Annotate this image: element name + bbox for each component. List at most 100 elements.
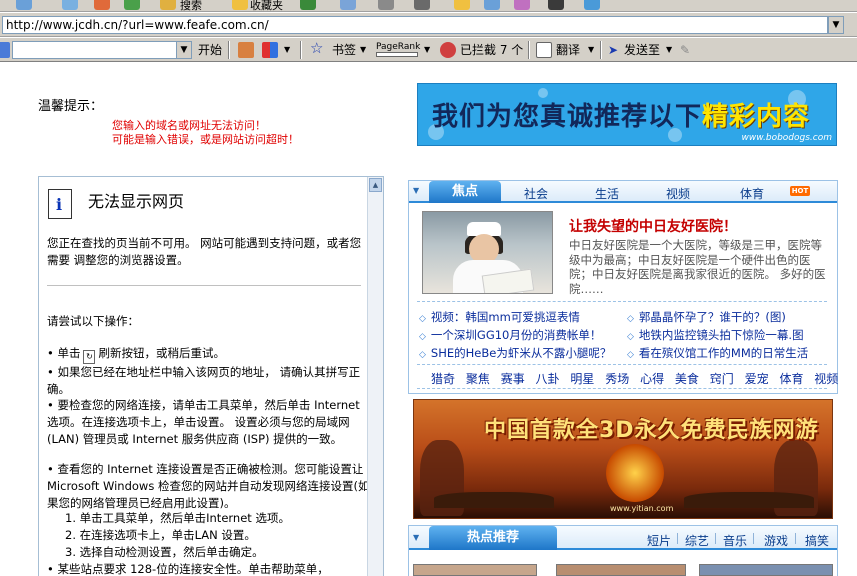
google-logo-icon[interactable]	[0, 42, 10, 58]
stop-icon[interactable]	[94, 0, 110, 10]
news-divider	[417, 364, 827, 365]
hot-tab-funny[interactable]: 搞笑	[805, 532, 829, 549]
send-to-dropdown-icon[interactable]: ▼	[666, 42, 672, 58]
news-link[interactable]: ◇ 地铁内监控镜头拍下惊险一幕.图	[627, 327, 804, 343]
error-divider	[47, 285, 361, 286]
category-link[interactable]: 赛事	[501, 372, 525, 386]
news-link[interactable]: ◇ 看在殡仪馆工作的MM的日常生活	[627, 345, 808, 361]
bookmarks-button[interactable]: 书签	[332, 42, 356, 58]
news-panel: ▼ 焦点 社会 生活 视频 体育 HOT 让我失望的中日友好医院！ 中日友好医院…	[408, 180, 838, 394]
tab-video[interactable]: 视频	[666, 185, 690, 202]
banner-headline: 我们为您真诚推荐以下精彩内容	[432, 96, 810, 133]
bullet-icon: ◇	[627, 350, 634, 360]
recommend-banner[interactable]: 我们为您真诚推荐以下精彩内容 www.bobodogs.com	[417, 83, 837, 146]
send-to-icon[interactable]: ➤	[608, 42, 618, 58]
send-to-button[interactable]: 发送至	[624, 42, 660, 58]
favorites-label[interactable]: 收藏夹	[250, 0, 283, 11]
banner-headline-main: 我们为您真诚推荐以下	[432, 102, 703, 132]
address-input[interactable]: http://www.jcdh.cn/?url=www.feafe.com.cn…	[2, 16, 828, 34]
tab-hot-recommend[interactable]: 热点推荐	[429, 526, 557, 550]
tab-life[interactable]: 生活	[595, 185, 619, 202]
hot-dropdown-icon[interactable]: ▼	[413, 533, 419, 542]
scroll-up-icon[interactable]: ▲	[369, 178, 382, 192]
popup-blocker-icon[interactable]	[440, 42, 456, 58]
media-icon[interactable]	[300, 0, 316, 10]
game-ad-banner[interactable]: 中国首款全3D永久免费民族网游 www.yitian.com	[413, 399, 833, 519]
google-search-input[interactable]	[12, 41, 190, 59]
mail-icon[interactable]	[378, 0, 394, 10]
category-link[interactable]: 心得	[640, 372, 664, 386]
news-headline[interactable]: 让我失望的中日友好医院！	[569, 216, 737, 236]
options-icon[interactable]	[262, 42, 278, 58]
edit-icon[interactable]	[454, 0, 470, 10]
pagerank-dropdown-icon[interactable]: ▼	[424, 42, 430, 58]
page-content: 温馨提示： 您输入的域名或网址无法访问！ 可能是输入错误，或是网站访问超时！ 我…	[0, 63, 857, 576]
category-link[interactable]: 体育	[779, 372, 803, 386]
bullet-refresh-tail: 刷新按钮，或稍后重试。	[98, 346, 225, 360]
bullet-address: • 如果您已经在地址栏中输入该网页的地址， 请确认其拼写正确。	[47, 365, 361, 396]
category-link[interactable]: 视频	[814, 372, 838, 386]
highlighter-icon[interactable]: ✎	[680, 42, 690, 58]
step-2: 2. 在连接选项卡上，单击LAN 设置。	[65, 528, 256, 542]
toolbar-separator	[600, 41, 602, 59]
bookmarks-dropdown-icon[interactable]: ▼	[360, 42, 366, 58]
category-link[interactable]: 八卦	[536, 372, 560, 386]
category-link[interactable]: 猎奇	[431, 372, 455, 386]
hot-tab-games[interactable]: 游戏	[764, 532, 788, 549]
discuss-icon[interactable]	[484, 0, 500, 10]
refresh-icon[interactable]	[124, 0, 140, 10]
toolbar-separator	[300, 41, 302, 59]
research-icon[interactable]	[548, 0, 564, 10]
google-search-dropdown-icon[interactable]: ▼	[176, 41, 192, 59]
extra-icon[interactable]	[584, 0, 600, 10]
hot-thumbnail[interactable]	[699, 564, 833, 576]
hot-badge: HOT	[790, 186, 810, 196]
news-summary: 中日友好医院是一个大医院，等级是三甲，医院等级中为最高；中日友好医院是一个硬件出…	[569, 238, 826, 296]
tab-society[interactable]: 社会	[524, 185, 548, 202]
hot-tab-variety[interactable]: 综艺	[685, 532, 709, 549]
news-link[interactable]: ◇ 郭晶晶怀孕了？谁干的？(图)	[627, 309, 786, 325]
google-search-button[interactable]: 开始	[198, 42, 222, 58]
star-icon[interactable]: ☆	[310, 40, 323, 56]
hot-thumbnail[interactable]	[556, 564, 686, 576]
favorites-icon[interactable]	[232, 0, 248, 10]
hot-tab-music[interactable]: 音乐	[723, 532, 747, 549]
hot-thumbnail[interactable]	[413, 564, 537, 576]
translate-dropdown-icon[interactable]: ▼	[588, 42, 594, 58]
notice-line-2: 可能是输入错误，或是网站访问超时！	[112, 133, 299, 146]
category-link[interactable]: 窍门	[710, 372, 734, 386]
category-link[interactable]: 美食	[675, 372, 699, 386]
hot-tab-shorts[interactable]: 短片	[647, 532, 671, 549]
options-dropdown-icon[interactable]: ▼	[284, 42, 290, 58]
translate-button[interactable]: 翻译	[556, 42, 580, 58]
error-frame: i 无法显示网页 您正在查找的页当前不可用。 网站可能遇到支持问题，或者您需要 …	[38, 176, 384, 576]
pagerank-bar	[376, 52, 418, 57]
messenger-icon[interactable]	[514, 0, 530, 10]
hot-recommend-panel: ▼ 热点推荐 短片 综艺 音乐 游戏 搞笑	[408, 525, 838, 576]
category-link[interactable]: 明星	[570, 372, 594, 386]
tab-focus[interactable]: 焦点	[429, 181, 501, 203]
search-label[interactable]: 搜索	[180, 0, 202, 11]
news-link[interactable]: ◇ SHE的HeBe为虾米从不露小腿呢？	[419, 345, 611, 361]
back-icon[interactable]	[16, 0, 32, 10]
news-icon[interactable]	[238, 42, 254, 58]
refresh-page-icon: ↻	[83, 350, 96, 364]
news-link[interactable]: ◇ 一个深圳GG10月份的消费帐单！	[419, 327, 601, 343]
category-link[interactable]: 爱宠	[745, 372, 769, 386]
blocked-count[interactable]: 已拦截 7 个	[460, 42, 523, 58]
translate-icon[interactable]	[536, 42, 552, 58]
try-header: 请尝试以下操作：	[47, 314, 139, 328]
print-icon[interactable]	[414, 0, 430, 10]
forward-icon[interactable]	[62, 0, 78, 10]
tab-sports[interactable]: 体育	[740, 185, 764, 202]
category-row: 猎奇 聚焦 赛事 八卦 明星 秀场 心得 美食 窍门 爱宠 体育 视频	[431, 370, 845, 387]
error-scrollbar[interactable]: ▲	[367, 177, 383, 576]
tab-dropdown-icon[interactable]: ▼	[413, 186, 419, 195]
category-link[interactable]: 秀场	[605, 372, 629, 386]
search-icon[interactable]	[160, 0, 176, 10]
category-link[interactable]: 聚焦	[466, 372, 490, 386]
history-icon[interactable]	[340, 0, 356, 10]
news-photo[interactable]	[422, 211, 553, 294]
address-dropdown-icon[interactable]: ▼	[828, 16, 844, 34]
news-link[interactable]: ◇ 视频：韩国mm可爱挑逗表情	[419, 309, 580, 325]
